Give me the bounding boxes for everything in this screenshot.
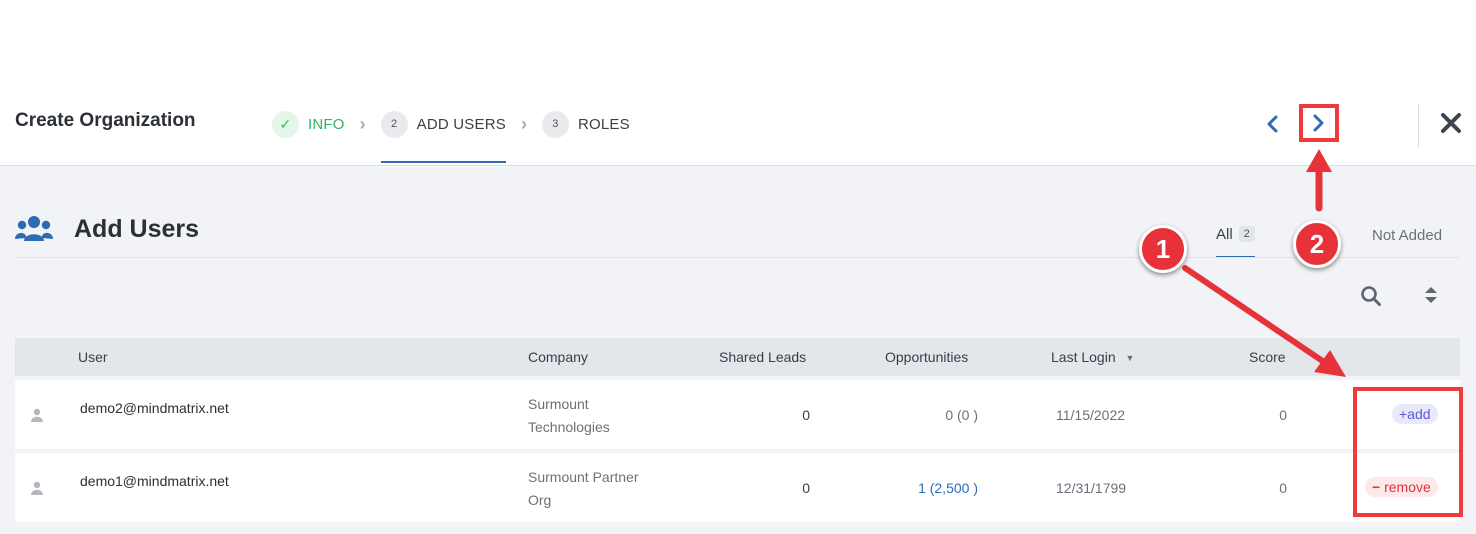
sort-icon[interactable]	[1423, 285, 1439, 305]
wizard-steps: ✓ INFO › 2 ADD USERS › 3 ROLES	[272, 106, 630, 164]
last-login-value: 11/15/2022	[1056, 407, 1126, 423]
opportunities-link[interactable]: 1 (2,500 )	[870, 480, 978, 496]
filter-tab-all[interactable]: All 2	[1216, 226, 1255, 258]
step-add-users-label: ADD USERS	[416, 115, 506, 133]
count-badge: 2	[1238, 226, 1255, 242]
section-divider	[15, 257, 1460, 258]
shared-leads-value: 0	[802, 480, 810, 496]
sort-down-icon: ▼	[1125, 353, 1135, 363]
last-login-value: 12/31/1799	[1056, 480, 1127, 496]
chevron-right-icon	[1313, 114, 1324, 132]
column-score[interactable]: Score	[1249, 349, 1286, 365]
chevron-right-icon: ›	[520, 113, 527, 134]
check-icon: ✓	[272, 110, 299, 138]
user-email: demo2@mindmatrix.net	[80, 400, 229, 416]
filter-all-label: All	[1216, 226, 1233, 243]
company-line: Org	[528, 492, 552, 508]
step-info-label: INFO	[308, 115, 345, 133]
column-opportunities[interactable]: Opportunities	[885, 349, 968, 365]
score-value: 0	[1279, 480, 1287, 496]
user-avatar-icon	[31, 481, 43, 495]
shared-leads-value: 0	[802, 407, 810, 423]
wizard-header: Create Organization ✓ INFO › 2 ADD USERS…	[0, 70, 1476, 166]
header-divider	[1418, 104, 1419, 148]
column-user[interactable]: User	[78, 349, 108, 365]
next-step-button[interactable]	[1299, 104, 1339, 142]
user-company: Surmount Partner Org	[528, 466, 668, 512]
score-value: 0	[1279, 407, 1287, 423]
chevron-left-icon	[1267, 115, 1278, 133]
previous-step-button[interactable]	[1262, 112, 1282, 136]
column-company[interactable]: Company	[528, 349, 588, 365]
chevron-right-icon: ›	[359, 113, 366, 134]
user-company: Surmount Technologies	[528, 393, 668, 439]
user-avatar-icon	[31, 408, 43, 422]
step-roles[interactable]: 3 ROLES	[541, 106, 630, 142]
column-last-login[interactable]: Last Login ▼	[1051, 349, 1134, 365]
table-row: demo1@mindmatrix.net Surmount Partner Or…	[15, 453, 1460, 522]
company-line: Surmount	[528, 396, 589, 412]
step-number: 2	[380, 110, 408, 138]
table-row: demo2@mindmatrix.net Surmount Technologi…	[15, 380, 1460, 449]
step-roles-label: ROLES	[577, 115, 630, 133]
step-info[interactable]: ✓ INFO	[272, 106, 345, 142]
filter-tab-not-added[interactable]: Not Added	[1372, 227, 1442, 244]
annotation-badge-2: 2	[1293, 220, 1341, 268]
company-line: Surmount Partner	[528, 469, 639, 485]
page-title: Create Organization	[15, 110, 196, 131]
highlight-box-actions	[1353, 387, 1463, 517]
section-title: Add Users	[74, 215, 200, 243]
users-group-icon	[15, 216, 53, 241]
table-header: User Company Shared Leads Opportunities …	[15, 338, 1460, 376]
step-add-users[interactable]: 2 ADD USERS	[380, 106, 507, 163]
column-shared-leads[interactable]: Shared Leads	[719, 349, 806, 365]
user-email: demo1@mindmatrix.net	[80, 473, 229, 489]
search-icon[interactable]	[1360, 285, 1382, 307]
close-icon	[1441, 113, 1461, 133]
last-login-label: Last Login	[1051, 349, 1116, 365]
annotation-badge-1: 1	[1139, 225, 1187, 273]
company-line: Technologies	[528, 419, 610, 435]
step-number: 3	[541, 110, 569, 138]
opportunities-value: 0 (0 )	[945, 407, 978, 423]
close-button[interactable]	[1436, 108, 1466, 138]
